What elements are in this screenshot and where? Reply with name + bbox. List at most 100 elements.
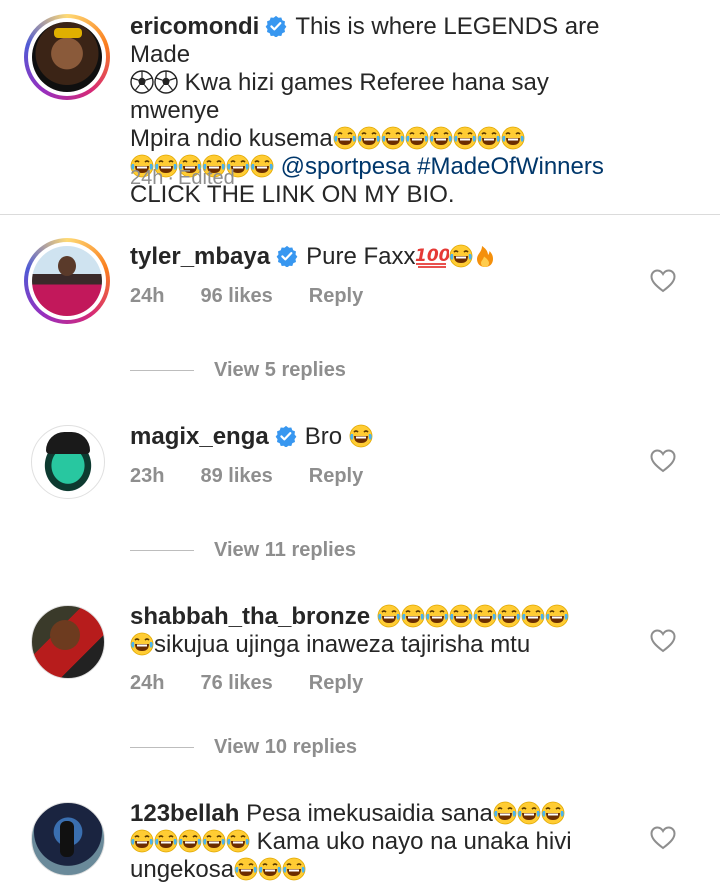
comment-username[interactable]: 123bellah xyxy=(130,800,239,827)
avatar-image xyxy=(32,22,102,92)
caption-time: 24h xyxy=(130,167,164,189)
comment-avatar[interactable] xyxy=(24,795,110,881)
comment-body: Bro xyxy=(304,423,343,450)
laugh-icon xyxy=(377,604,401,628)
comment-item: shabbah_tha_bronze sikujua ujinga inawez… xyxy=(0,598,720,768)
hundred-icon xyxy=(415,244,449,268)
view-replies-button[interactable]: View 11 replies xyxy=(130,539,356,562)
avatar-image xyxy=(31,425,105,499)
comment-likes[interactable]: 89 likes xyxy=(200,465,272,487)
laugh-icon xyxy=(333,126,357,150)
laugh-icon xyxy=(349,424,373,448)
comment-meta: 24h 96 likes Reply xyxy=(130,285,399,308)
laugh-icon xyxy=(521,604,545,628)
avatar-image xyxy=(31,802,105,876)
comment-username[interactable]: shabbah_tha_bronze xyxy=(130,603,370,630)
edited-label: Edited xyxy=(178,167,235,189)
comment-meta: 24h 76 likes Reply xyxy=(130,672,399,695)
comment-likes[interactable]: 76 likes xyxy=(200,672,272,694)
comment-text: magix_enga Bro xyxy=(130,423,640,451)
heart-icon[interactable] xyxy=(650,269,676,293)
replies-line xyxy=(130,747,194,748)
laugh-icon xyxy=(473,604,497,628)
replies-line xyxy=(130,370,194,371)
comment-username[interactable]: magix_enga xyxy=(130,423,269,450)
laugh-icon xyxy=(178,829,202,853)
heart-icon[interactable] xyxy=(650,826,676,850)
laugh-icon xyxy=(497,604,521,628)
comment-avatar[interactable] xyxy=(24,238,110,324)
soccer-ball-icon xyxy=(154,70,178,94)
laugh-icon xyxy=(449,244,473,268)
heart-icon[interactable] xyxy=(650,629,676,653)
comment-username[interactable]: tyler_mbaya xyxy=(130,243,270,270)
caption-meta: 24h · Edited xyxy=(130,167,271,190)
caption-line3: Mpira ndio kusema xyxy=(130,125,333,152)
caption-line2: Kwa hizi games Referee hana say mwenye xyxy=(130,69,549,124)
verified-icon xyxy=(265,15,287,37)
verified-icon xyxy=(275,425,297,447)
laugh-icon xyxy=(226,829,250,853)
laugh-icon xyxy=(202,829,226,853)
comment-item: magix_enga Bro 23h 89 likes Reply View 11 r… xyxy=(0,418,720,578)
laugh-icon xyxy=(453,126,477,150)
comment-likes[interactable]: 96 likes xyxy=(200,285,272,307)
comment-text: shabbah_tha_bronze sikujua ujinga inawez… xyxy=(130,603,640,659)
laugh-icon xyxy=(381,126,405,150)
laugh-emoji-group xyxy=(377,603,569,630)
laugh-icon xyxy=(258,857,282,881)
comment-avatar[interactable] xyxy=(24,598,110,684)
comment-body: ungekosa xyxy=(130,856,235,883)
fire-icon xyxy=(473,244,497,268)
replies-line xyxy=(130,550,194,551)
laugh-icon xyxy=(501,126,525,150)
comment-body: Pure Faxx xyxy=(306,243,416,270)
comment-text: 123bellah Pesa imekusaidia sana Kama uko… xyxy=(130,800,640,884)
laugh-icon xyxy=(541,801,565,825)
soccer-ball-icon xyxy=(130,70,154,94)
heart-icon[interactable] xyxy=(650,449,676,473)
laugh-icon xyxy=(154,829,178,853)
caption-username[interactable]: ericomondi xyxy=(130,13,259,40)
caption-block: ericomondi This is where LEGENDS are Made… xyxy=(0,0,720,214)
view-replies-button[interactable]: View 10 replies xyxy=(130,736,357,759)
laugh-icon xyxy=(429,126,453,150)
view-replies-label: View 11 replies xyxy=(214,539,356,561)
laugh-icon xyxy=(517,801,541,825)
comment-time: 24h xyxy=(130,285,165,307)
comment-body: sikujua ujinga inaweza tajirisha mtu xyxy=(154,631,531,658)
laugh-icon xyxy=(401,604,425,628)
caption-avatar[interactable] xyxy=(24,14,110,100)
hashtag-link[interactable]: #MadeOfWinners xyxy=(417,153,604,180)
laugh-icon xyxy=(425,604,449,628)
laugh-icon xyxy=(282,857,306,881)
laugh-icon xyxy=(493,801,517,825)
reply-button[interactable]: Reply xyxy=(309,285,363,307)
comment-body: Kama uko nayo na unaka hivi xyxy=(256,828,572,855)
view-replies-button[interactable]: View 5 replies xyxy=(130,359,346,382)
comment-item: tyler_mbaya Pure Faxx 24h 96 likes Reply Vi… xyxy=(0,238,720,398)
laugh-icon xyxy=(545,604,569,628)
view-replies-label: View 5 replies xyxy=(214,359,346,381)
meta-separator: · xyxy=(167,167,175,189)
mention-link[interactable]: @sportpesa xyxy=(281,153,411,180)
comment-avatar[interactable] xyxy=(24,418,110,504)
view-replies-label: View 10 replies xyxy=(214,736,358,758)
comment-meta: 23h 89 likes Reply xyxy=(130,465,399,488)
verified-icon xyxy=(276,245,298,267)
caption-divider xyxy=(0,214,720,215)
laugh-icon xyxy=(130,632,154,656)
comment-body: Pesa imekusaidia sana xyxy=(246,800,493,827)
laugh-icon xyxy=(357,126,381,150)
comment-item: 123bellah Pesa imekusaidia sana Kama uko… xyxy=(0,795,720,893)
laugh-icon xyxy=(130,829,154,853)
reply-button[interactable]: Reply xyxy=(309,465,363,487)
reply-button[interactable]: Reply xyxy=(309,672,363,694)
laugh-icon xyxy=(234,857,258,881)
avatar-image xyxy=(31,605,105,679)
avatar-image xyxy=(32,246,102,316)
laugh-icon xyxy=(449,604,473,628)
laugh-icon xyxy=(477,126,501,150)
comment-time: 24h xyxy=(130,672,165,694)
laugh-icon xyxy=(405,126,429,150)
